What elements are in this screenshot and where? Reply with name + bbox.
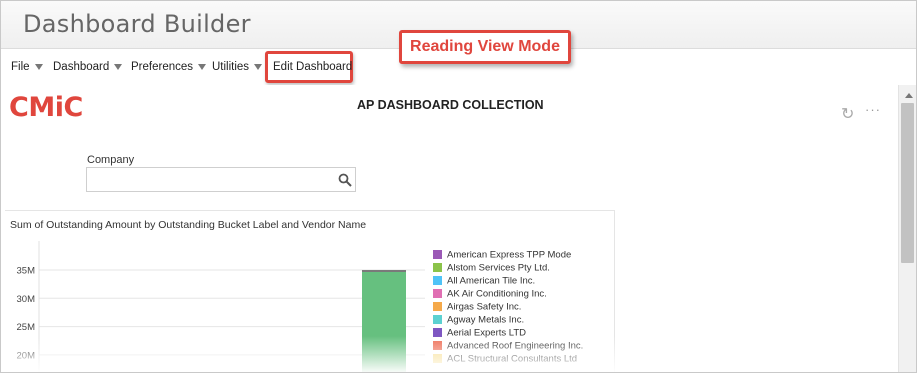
legend-item[interactable]: Alstom Services Pty Ltd. [433, 259, 583, 273]
bar-chart: 35M 30M 25M 20M [17, 241, 425, 372]
legend-item[interactable]: All American Tile Inc. [433, 272, 583, 286]
menu-utilities-label: Utilities [212, 61, 250, 73]
chevron-down-icon [198, 63, 207, 70]
reading-view-mode-callout: Reading View Mode [399, 30, 571, 64]
legend-item[interactable]: Airgas Safety Inc. [433, 298, 583, 312]
chevron-down-icon [34, 63, 43, 70]
legend-swatch [433, 276, 442, 286]
menu-dashboard[interactable]: Dashboard [53, 49, 123, 85]
legend-item[interactable]: American Express TPP Mode [433, 246, 583, 260]
y-tick-label: 35M [17, 266, 36, 277]
chevron-down-icon [114, 63, 123, 70]
bar-cap [362, 270, 406, 272]
chart-title: Sum of Outstanding Amount by Outstanding… [10, 219, 367, 231]
legend-swatch [433, 263, 442, 273]
legend-item[interactable]: Advanced Roof Engineering Inc. [433, 337, 583, 351]
legend-item[interactable]: ACL Structural Consultants Ltd [433, 350, 583, 365]
menu-preferences[interactable]: Preferences [131, 49, 207, 85]
legend-swatch [433, 328, 442, 338]
legend-swatch [433, 289, 442, 299]
legend-swatch [433, 302, 442, 312]
company-input[interactable] [86, 167, 356, 192]
menu-preferences-label: Preferences [131, 61, 194, 73]
edit-dashboard-button[interactable]: Edit Dashboard [273, 49, 352, 85]
dashboard-title: AP DASHBOARD COLLECTION [357, 98, 544, 112]
legend-item[interactable]: Aerial Experts LTD [433, 324, 583, 338]
legend-label: ACL Structural Consultants Ltd [447, 353, 578, 365]
cmic-logo: CMiC [9, 92, 83, 123]
legend-swatch [433, 315, 442, 325]
legend-swatch [433, 354, 442, 364]
menu-dashboard-label: Dashboard [53, 61, 110, 73]
y-tick-label: 20M [17, 350, 36, 361]
y-tick-label: 30M [17, 294, 36, 305]
legend-item[interactable]: Agway Metals Inc. [433, 311, 583, 325]
legend-swatch [433, 341, 442, 351]
bar [362, 272, 406, 372]
menu-file[interactable]: File [11, 49, 43, 85]
menu-utilities[interactable]: Utilities [212, 49, 263, 85]
chart-legend: American Express TPP Mode Alstom Services… [433, 246, 583, 365]
menu-file-label: File [11, 61, 30, 73]
app-window: Dashboard Builder File Dashboard Prefere… [0, 0, 917, 373]
chevron-down-icon [254, 63, 263, 70]
refresh-icon[interactable]: ↻ [841, 104, 854, 124]
y-tick-label: 25M [17, 322, 36, 333]
app-title: Dashboard Builder [23, 10, 251, 38]
scroll-up-arrow-icon[interactable] [905, 93, 913, 98]
legend-item[interactable]: AK Air Conditioning Inc. [433, 285, 583, 299]
scrollbar-thumb[interactable] [901, 103, 914, 263]
search-icon[interactable] [338, 173, 352, 187]
company-label: Company [87, 154, 135, 166]
more-options-icon[interactable]: ··· [865, 102, 881, 117]
legend-swatch [433, 250, 442, 260]
